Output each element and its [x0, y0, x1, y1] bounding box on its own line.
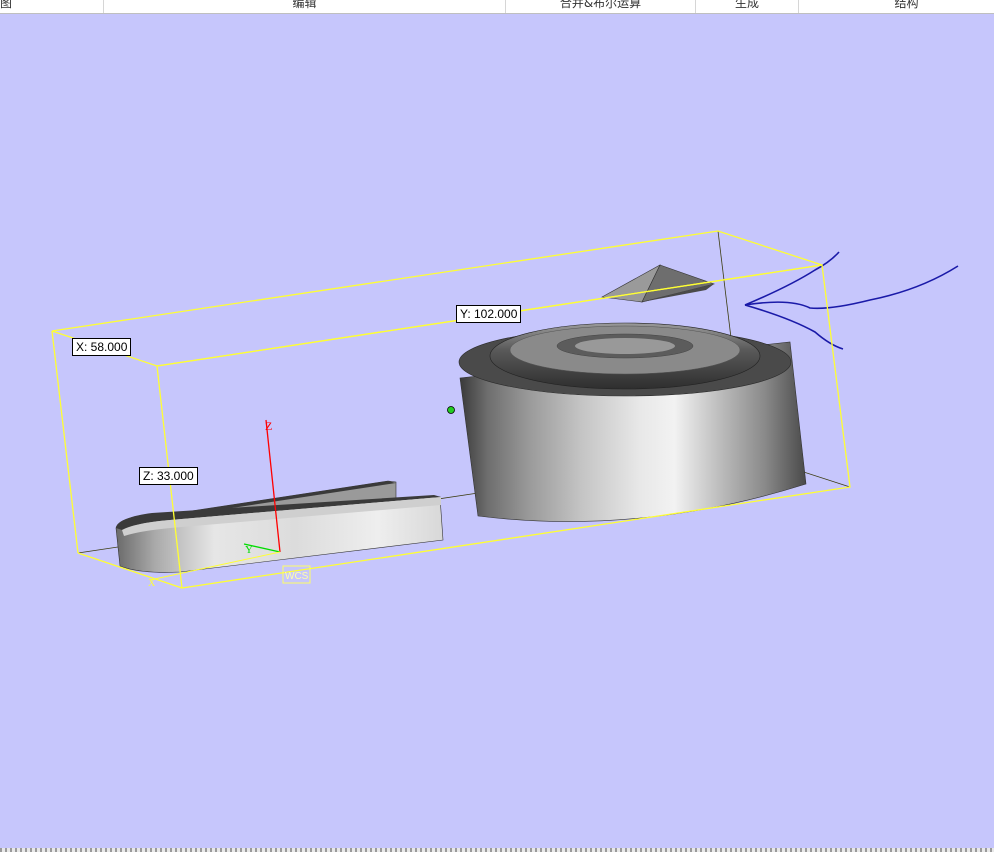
dimension-z-label[interactable]: Z: 33.000	[139, 467, 198, 485]
cylinder-object[interactable]	[458, 322, 807, 522]
tab-view[interactable]: 图	[0, 0, 104, 13]
tab-edit[interactable]: 编辑	[104, 0, 506, 13]
ribbon-tab-bar: 图 编辑 合并&布尔运算 生成 结构	[0, 0, 994, 14]
tab-generate[interactable]: 生成	[696, 0, 799, 13]
cad-application: 图 编辑 合并&布尔运算 生成 结构 Z Y X WCS X: 58.000 Y…	[0, 0, 994, 852]
axis-x-label: X	[148, 578, 156, 589]
spline-curves[interactable]	[744, 251, 959, 350]
tab-merge-boolean[interactable]: 合并&布尔运算	[506, 0, 696, 13]
status-bar	[0, 848, 994, 852]
wcs-label: WCS	[285, 571, 309, 582]
axis-y-label: Y	[245, 544, 253, 556]
tab-structure[interactable]: 结构	[799, 0, 994, 13]
dimension-x-label[interactable]: X: 58.000	[72, 338, 132, 356]
axis-z-label: Z	[265, 419, 272, 433]
plate-object[interactable]	[115, 480, 444, 573]
scene-canvas[interactable]: Z Y X WCS	[0, 14, 994, 848]
dimension-y-label[interactable]: Y: 102.000	[456, 305, 522, 323]
pivot-point[interactable]	[447, 406, 455, 414]
3d-viewport[interactable]: Z Y X WCS X: 58.000 Y: 102.000 Z: 33.000	[0, 14, 994, 848]
